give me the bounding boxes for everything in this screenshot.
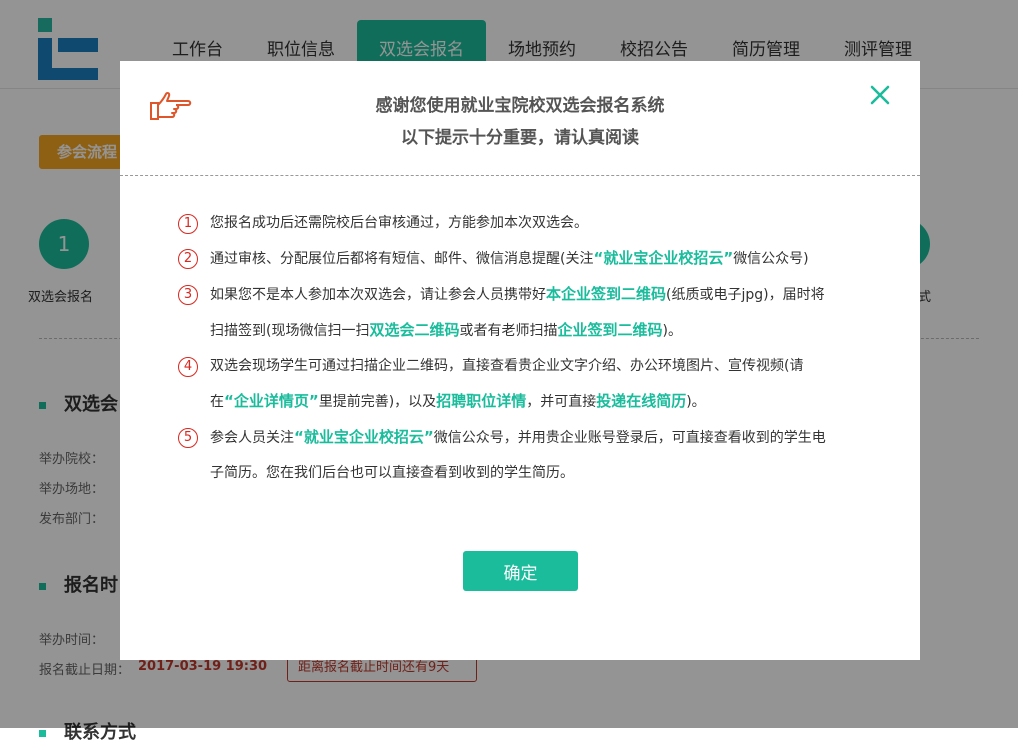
highlight-job-details: 招聘职位详情 — [436, 392, 527, 410]
tips-list: 1 您报名成功后还需院校后台审核通过，方能参加本次双选会。 2 通过审核、分配展… — [178, 206, 838, 491]
tip-number: 1 — [178, 214, 198, 234]
highlight-checkin-qr: 企业签到二维码 — [557, 321, 663, 339]
tip-item: 1 您报名成功后还需院校后台审核通过，方能参加本次双选会。 — [178, 206, 838, 241]
highlight-company-qr: 本企业签到二维码 — [546, 285, 667, 303]
tip-item: 4 双选会现场学生可通过扫描企业二维码，直接查看贵企业文字介绍、办公环境图片、宣… — [178, 349, 838, 420]
tip-text: 微信公众号) — [733, 251, 809, 267]
tip-number: 4 — [178, 357, 198, 377]
tip-text: ，并可直接 — [526, 394, 597, 410]
tip-item: 5 参会人员关注“就业宝企业校招云”微信公众号，并用贵企业账号登录后，可直接查看… — [178, 420, 838, 491]
tip-text: 您报名成功后还需院校后台审核通过，方能参加本次双选会。 — [210, 215, 588, 231]
highlight-online-resume: 投递在线简历 — [596, 392, 687, 410]
tip-number: 5 — [178, 428, 198, 448]
modal-header: 感谢您使用就业宝院校双选会报名系统 以下提示十分重要，请认真阅读 — [120, 61, 920, 176]
tip-number: 2 — [178, 249, 198, 269]
tip-text: 通过审核、分配展位后都将有短信、邮件、微信消息提醒(关注 — [210, 251, 594, 267]
tip-item: 2 通过审核、分配展位后都将有短信、邮件、微信消息提醒(关注“就业宝企业校招云”… — [178, 241, 838, 277]
modal-subtitle: 以下提示十分重要，请认真阅读 — [401, 128, 639, 148]
tip-text: 参会人员关注 — [210, 430, 294, 446]
tip-text: 如果您不是本人参加本次双选会，请让参会人员携带好 — [210, 287, 546, 303]
modal-title: 感谢您使用就业宝院校双选会报名系统 — [375, 96, 665, 116]
tip-text: 里提前完善)，以及 — [318, 394, 437, 410]
notice-modal: 感谢您使用就业宝院校双选会报名系统 以下提示十分重要，请认真阅读 1 您报名成功… — [120, 61, 920, 660]
tip-number: 3 — [178, 285, 198, 305]
confirm-button[interactable]: 确定 — [463, 551, 578, 591]
tip-item: 3 如果您不是本人参加本次双选会，请让参会人员携带好本企业签到二维码(纸质或电子… — [178, 277, 838, 349]
highlight-wechat-account: “就业宝企业校招云” — [593, 249, 734, 267]
tip-text: )。 — [686, 394, 706, 410]
highlight-company-page: “企业详情页” — [224, 392, 319, 410]
tip-text: )。 — [662, 323, 682, 339]
tip-text: 或者有老师扫描 — [459, 323, 558, 339]
highlight-fair-qr: 双选会二维码 — [369, 321, 460, 339]
close-icon[interactable] — [868, 83, 892, 107]
highlight-wechat-account: “就业宝企业校招云” — [294, 428, 434, 446]
